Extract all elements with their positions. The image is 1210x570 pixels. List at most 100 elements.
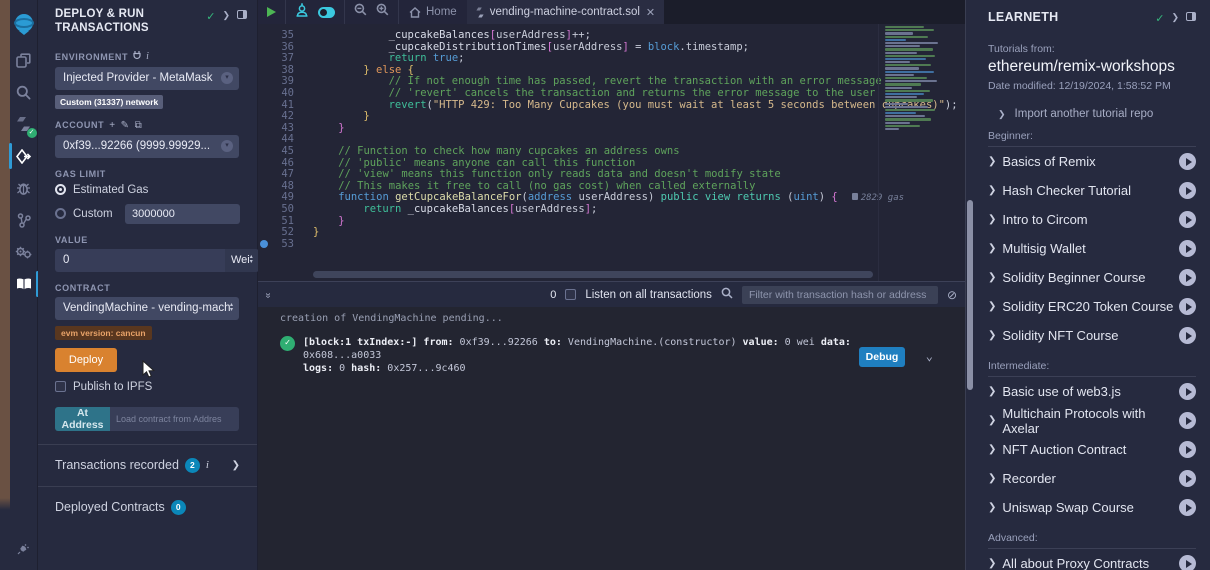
play-icon[interactable] <box>1179 470 1196 487</box>
play-icon[interactable] <box>1179 499 1196 516</box>
play-icon[interactable] <box>1179 182 1196 199</box>
play-icon[interactable] <box>1179 298 1196 315</box>
code-lines[interactable]: 35_cupcakeBalances[userAddress]++;36_cup… <box>258 30 875 250</box>
tutorial-item[interactable]: ❯Basic use of web3.js <box>988 377 1196 406</box>
code-line[interactable]: 37return true; <box>258 53 875 65</box>
play-icon[interactable] <box>1179 153 1196 170</box>
play-icon[interactable] <box>1179 269 1196 286</box>
line-number[interactable]: 42 <box>270 111 294 123</box>
plugin-connect-icon[interactable] <box>10 532 38 564</box>
copilot-toggle[interactable] <box>318 7 335 18</box>
copy-account-icon[interactable]: ⧉ <box>135 120 143 131</box>
breakpoint-margin[interactable] <box>258 100 270 112</box>
remix-logo-icon[interactable] <box>10 4 38 44</box>
zoom-in-icon[interactable] <box>376 3 389 21</box>
plugin-manager-icon[interactable] <box>10 236 38 268</box>
clear-terminal-icon[interactable]: ⊘ <box>947 288 957 302</box>
solidity-compiler-icon[interactable]: ✓ <box>10 108 38 140</box>
panel-pin-icon[interactable] <box>237 10 247 19</box>
code-line[interactable]: 53 <box>258 239 875 251</box>
code-line[interactable]: 52} <box>258 227 875 239</box>
code-line[interactable]: 42} <box>258 111 875 123</box>
panel-collapse-icon[interactable]: ❯ <box>222 10 230 21</box>
add-account-icon[interactable]: + <box>109 120 115 131</box>
transactions-recorded-row[interactable]: Transactions recorded 2 i ❯ <box>38 445 257 486</box>
panel-collapse-icon[interactable]: ❯ <box>1171 12 1179 23</box>
breakpoint-margin[interactable] <box>258 134 270 146</box>
breakpoint-margin[interactable] <box>258 111 270 123</box>
breakpoint-margin[interactable] <box>258 158 270 170</box>
tutorial-item[interactable]: ❯All about Proxy Contracts <box>988 549 1196 570</box>
deploy-run-icon[interactable] <box>10 140 38 172</box>
search-icon[interactable] <box>10 76 38 108</box>
tutorial-item[interactable]: ❯Solidity ERC20 Token Course <box>988 292 1196 321</box>
estimated-gas-radio[interactable] <box>55 184 66 195</box>
run-script-icon[interactable] <box>267 7 276 17</box>
play-icon[interactable] <box>1179 240 1196 257</box>
debugger-icon[interactable] <box>10 172 38 204</box>
close-tab-icon[interactable]: ✕ <box>646 6 655 19</box>
breakpoint-margin[interactable] <box>258 216 270 228</box>
tutorial-item[interactable]: ❯Uniswap Swap Course <box>988 493 1196 522</box>
code-line[interactable]: 36_cupcakeDistributionTimes[userAddress]… <box>258 42 875 54</box>
terminal-filter-input[interactable] <box>742 286 938 304</box>
chevron-right-icon[interactable]: ❯ <box>232 460 240 471</box>
chevron-down-icon[interactable]: ⌄ <box>926 349 933 363</box>
breakpoint-dot[interactable] <box>260 240 268 248</box>
horizontal-scrollbar[interactable] <box>313 271 873 278</box>
code-line[interactable]: 51} <box>258 216 875 228</box>
minimap[interactable] <box>885 26 955 146</box>
play-icon[interactable] <box>1179 555 1196 570</box>
panel-pin-icon[interactable] <box>1186 12 1196 21</box>
play-icon[interactable] <box>1179 441 1196 458</box>
breakpoint-margin[interactable] <box>258 123 270 135</box>
learneth-icon[interactable] <box>10 268 38 300</box>
tutorial-item[interactable]: ❯NFT Auction Contract <box>988 435 1196 464</box>
listen-checkbox[interactable] <box>565 289 576 300</box>
breakpoint-margin[interactable] <box>258 30 270 42</box>
environment-select[interactable]: Injected Provider - MetaMask ▾ <box>55 67 239 90</box>
home-tab[interactable]: Home <box>399 0 467 24</box>
value-unit-select[interactable]: Wei ▴▾ <box>225 249 259 272</box>
line-number[interactable]: 47 <box>270 169 294 181</box>
breakpoint-margin[interactable] <box>258 239 270 251</box>
tutorial-item[interactable]: ❯Multichain Protocols with Axelar <box>988 406 1196 435</box>
plug-icon[interactable] <box>133 51 141 63</box>
account-select[interactable]: 0xf39...92266 (9999.99929... ▾ <box>55 135 239 158</box>
deployed-contracts-row[interactable]: Deployed Contracts 0 <box>38 487 257 528</box>
tutorial-item[interactable]: ❯Solidity NFT Course <box>988 321 1196 350</box>
collapse-terminal-icon[interactable]: » <box>262 293 273 297</box>
breakpoint-margin[interactable] <box>258 76 270 88</box>
custom-gas-radio[interactable] <box>55 208 66 219</box>
tutorial-item[interactable]: ❯Intro to Circom <box>988 205 1196 234</box>
breakpoint-margin[interactable] <box>258 88 270 100</box>
line-number[interactable]: 52 <box>270 227 294 239</box>
play-icon[interactable] <box>1179 211 1196 228</box>
tutorial-item[interactable]: ❯Multisig Wallet <box>988 234 1196 263</box>
import-repo-link[interactable]: ❯ Import another tutorial repo <box>988 108 1196 120</box>
tutorial-item[interactable]: ❯Basics of Remix <box>988 147 1196 176</box>
git-icon[interactable] <box>10 204 38 236</box>
code-line[interactable]: 50return _cupcakeBalances[userAddress]; <box>258 204 875 216</box>
edit-account-icon[interactable]: ✎ <box>121 120 130 131</box>
tab-vending-machine-contract[interactable]: vending-machine-contract.sol ✕ <box>467 0 664 24</box>
line-number[interactable]: 53 <box>270 239 294 251</box>
breakpoint-margin[interactable] <box>258 42 270 54</box>
ai-assistant-icon[interactable] <box>295 3 309 22</box>
line-number[interactable]: 40 <box>270 88 294 100</box>
at-address-button[interactable]: At Address <box>55 407 110 431</box>
terminal-body[interactable]: creation of VendingMachine pending... ✓ … <box>258 307 965 570</box>
play-icon[interactable] <box>1179 383 1196 400</box>
breakpoint-margin[interactable] <box>258 227 270 239</box>
tutorial-item[interactable]: ❯Hash Checker Tutorial <box>988 176 1196 205</box>
breakpoint-margin[interactable] <box>258 65 270 77</box>
breakpoint-margin[interactable] <box>258 204 270 216</box>
tutorial-item[interactable]: ❯Recorder <box>988 464 1196 493</box>
play-icon[interactable] <box>1179 327 1196 344</box>
breakpoint-margin[interactable] <box>258 169 270 181</box>
publish-ipfs-checkbox[interactable] <box>55 381 66 392</box>
info-icon[interactable]: i <box>146 51 149 62</box>
deploy-button[interactable]: Deploy <box>55 348 117 372</box>
contract-select[interactable]: VendingMachine - vending-machin ▴▾ <box>55 297 239 320</box>
play-icon[interactable] <box>1179 412 1196 429</box>
